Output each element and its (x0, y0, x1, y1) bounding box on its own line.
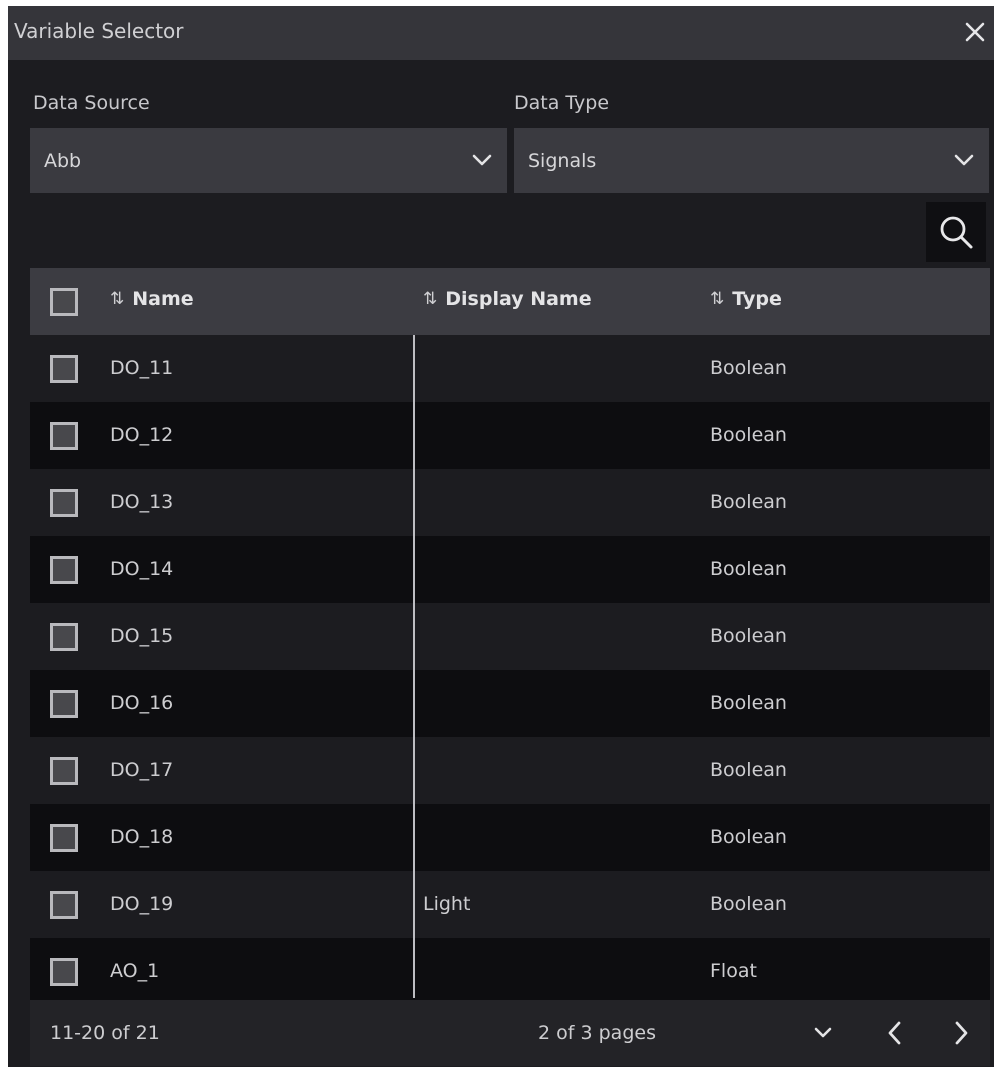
row-checkbox[interactable] (50, 958, 78, 986)
table-row[interactable]: DO_12 Boolean (30, 402, 990, 469)
row-name: DO_14 (110, 558, 174, 580)
data-type-dropdown[interactable]: Signals (514, 128, 989, 193)
data-source-value: Abb (44, 149, 82, 172)
variable-selector-dialog: Variable Selector Data Source Abb Data T… (8, 6, 994, 1067)
sort-icon: ⇅ (423, 289, 438, 309)
row-type: Float (710, 960, 757, 982)
search-button[interactable] (926, 202, 986, 262)
close-button[interactable] (956, 12, 994, 52)
table-row[interactable]: DO_14 Boolean (30, 536, 990, 603)
row-name: DO_11 (110, 357, 174, 379)
row-checkbox[interactable] (50, 556, 78, 584)
table-row[interactable]: DO_19 Light Boolean (30, 871, 990, 938)
row-checkbox[interactable] (50, 623, 78, 651)
row-type: Boolean (710, 491, 787, 513)
row-type: Boolean (710, 625, 787, 647)
next-page-button[interactable] (942, 1014, 980, 1052)
pagination-pages: 2 of 3 pages (538, 1022, 656, 1044)
row-name: AO_1 (110, 960, 160, 982)
row-checkbox[interactable] (50, 489, 78, 517)
table-row[interactable]: AO_1 Float (30, 938, 990, 1005)
row-type: Boolean (710, 893, 787, 915)
row-display-name: Light (423, 893, 471, 915)
table-row[interactable]: DO_11 Boolean (30, 335, 990, 402)
chevron-down-icon (954, 154, 974, 166)
row-checkbox[interactable] (50, 690, 78, 718)
close-icon (965, 22, 985, 42)
page-size-button[interactable] (804, 1014, 842, 1052)
row-checkbox[interactable] (50, 422, 78, 450)
column-header-name[interactable]: ⇅ Name (110, 288, 194, 310)
row-type: Boolean (710, 826, 787, 848)
column-header-display-name-label: Display Name (445, 288, 592, 310)
data-source-label: Data Source (33, 92, 150, 114)
row-name: DO_16 (110, 692, 174, 714)
previous-page-button[interactable] (876, 1014, 914, 1052)
table-row[interactable]: DO_16 Boolean (30, 670, 990, 737)
select-all-checkbox[interactable] (50, 288, 78, 316)
row-type: Boolean (710, 759, 787, 781)
row-name: DO_15 (110, 625, 174, 647)
title-bar: Variable Selector (8, 6, 994, 60)
chevron-right-icon (955, 1021, 968, 1045)
data-type-value: Signals (528, 149, 597, 172)
column-header-name-label: Name (132, 288, 194, 310)
row-checkbox[interactable] (50, 824, 78, 852)
row-type: Boolean (710, 357, 787, 379)
search-icon (940, 216, 973, 249)
row-checkbox[interactable] (50, 355, 78, 383)
data-type-label: Data Type (514, 92, 610, 114)
row-name: DO_17 (110, 759, 174, 781)
pagination-bar: 11-20 of 21 2 of 3 pages (30, 1000, 990, 1066)
row-type: Boolean (710, 692, 787, 714)
table-row[interactable]: DO_18 Boolean (30, 804, 990, 871)
dialog-title: Variable Selector (14, 19, 184, 43)
column-header-type-label: Type (732, 288, 782, 310)
row-type: Boolean (710, 558, 787, 580)
row-type: Boolean (710, 424, 787, 446)
row-checkbox[interactable] (50, 757, 78, 785)
column-header-display-name[interactable]: ⇅ Display Name (423, 288, 592, 310)
pagination-range: 11-20 of 21 (50, 1022, 160, 1044)
chevron-left-icon (888, 1021, 901, 1045)
table-row[interactable]: DO_15 Boolean (30, 603, 990, 670)
row-checkbox[interactable] (50, 891, 78, 919)
sort-icon: ⇅ (710, 289, 725, 309)
chevron-down-icon (814, 1027, 832, 1038)
column-header-type[interactable]: ⇅ Type (710, 288, 782, 310)
row-name: DO_13 (110, 491, 174, 513)
row-name: DO_18 (110, 826, 174, 848)
table-header: ⇅ Name ⇅ Display Name ⇅ Type (30, 268, 990, 335)
table-row[interactable]: DO_13 Boolean (30, 469, 990, 536)
chevron-down-icon (472, 154, 492, 166)
column-divider[interactable] (413, 335, 415, 998)
sort-icon: ⇅ (110, 289, 125, 309)
data-source-dropdown[interactable]: Abb (30, 128, 507, 193)
row-name: DO_12 (110, 424, 174, 446)
table-row[interactable]: DO_17 Boolean (30, 737, 990, 804)
row-name: DO_19 (110, 893, 174, 915)
